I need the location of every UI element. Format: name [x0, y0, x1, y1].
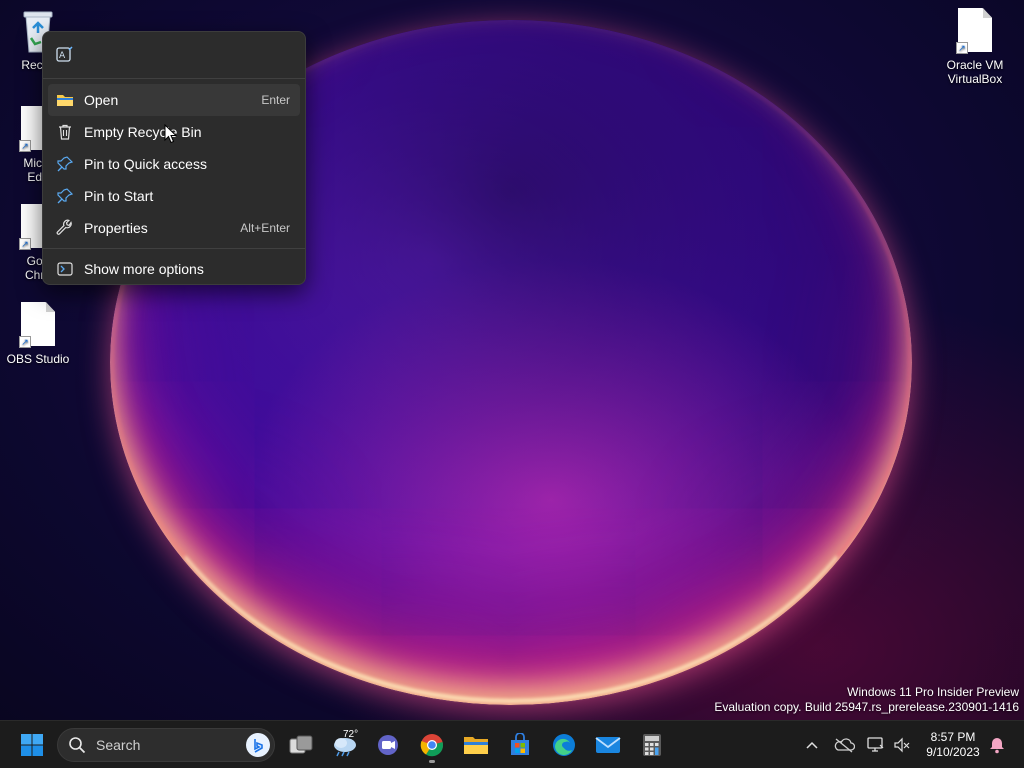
windows-logo-icon [21, 734, 43, 756]
network-icon [867, 737, 884, 752]
microsoft-store-button[interactable] [502, 727, 538, 763]
watermark-line-2: Evaluation copy. Build 25947.rs_prerelea… [714, 700, 1019, 714]
menu-item-label: Pin to Quick access [84, 156, 207, 172]
obs-shortcut-icon: ↗ [19, 302, 57, 348]
more-options-icon [56, 260, 74, 278]
taskbar: Search 72° 8:57 PM 9/10/2023 [0, 720, 1024, 768]
wrench-icon [56, 219, 74, 237]
task-view-button[interactable] [283, 727, 319, 763]
taskbar-search-box[interactable]: Search [57, 728, 275, 762]
context-menu: A Open Enter Empty Recycle Bin Pin to Qu… [42, 31, 306, 285]
menu-item-shortcut: Alt+Enter [240, 221, 290, 235]
notifications-button[interactable] [984, 727, 1010, 763]
clock-date: 9/10/2023 [926, 745, 980, 759]
file-explorer-icon [464, 737, 488, 754]
search-placeholder: Search [96, 737, 141, 753]
menu-item-properties[interactable]: Properties Alt+Enter [48, 212, 300, 244]
folder-icon [56, 91, 74, 109]
volume-muted-icon [894, 737, 910, 753]
bell-icon [990, 738, 1004, 754]
evaluation-watermark: Windows 11 Pro Insider Preview Evaluatio… [714, 685, 1019, 715]
watermark-line-1: Windows 11 Pro Insider Preview [847, 685, 1019, 699]
calculator-button[interactable] [634, 727, 670, 763]
desktop-icon-label: VirtualBox [947, 72, 1003, 86]
desktop-icon-virtualbox[interactable]: ↗ Oracle VM VirtualBox [937, 8, 1013, 86]
context-menu-quick-actions: A [43, 32, 305, 78]
menu-item-show-more-options[interactable]: Show more options [48, 253, 300, 285]
shortcut-arrow-icon: ↗ [19, 238, 31, 250]
shortcut-arrow-icon: ↗ [19, 140, 31, 152]
file-explorer-button[interactable] [458, 727, 494, 763]
teams-chat-icon [378, 735, 398, 755]
edge-taskbar-button[interactable] [546, 727, 582, 763]
onedrive-offline-icon [834, 738, 855, 753]
volume-button[interactable] [887, 727, 917, 763]
running-indicator [429, 760, 435, 763]
menu-item-label: Pin to Start [84, 188, 154, 204]
task-view-icon [289, 735, 313, 754]
pin-icon [56, 155, 74, 173]
onedrive-button[interactable] [827, 727, 861, 763]
network-button[interactable] [860, 727, 890, 763]
menu-item-label: Empty Recycle Bin [84, 124, 202, 140]
chevron-up-icon [806, 741, 818, 749]
mail-icon [595, 737, 621, 753]
microsoft-store-icon [511, 733, 529, 755]
menu-item-pin-to-quick-access[interactable]: Pin to Quick access [48, 148, 300, 180]
calculator-icon [643, 734, 661, 756]
mail-button[interactable] [590, 727, 626, 763]
desktop-icon-obs-studio[interactable]: ↗ OBS Studio [0, 302, 76, 366]
menu-item-open[interactable]: Open Enter [48, 84, 300, 116]
shortcut-arrow-icon: ↗ [19, 336, 31, 348]
pin-icon [56, 187, 74, 205]
menu-item-label: Open [84, 92, 119, 108]
shortcut-arrow-icon: ↗ [956, 42, 968, 54]
teams-chat-button[interactable] [370, 727, 406, 763]
menu-item-pin-to-start[interactable]: Pin to Start [48, 180, 300, 212]
ai-rewrite-icon[interactable]: A [55, 45, 75, 65]
virtualbox-shortcut-icon: ↗ [956, 8, 994, 54]
menu-item-label: Show more options [84, 261, 204, 277]
trash-icon [56, 123, 74, 141]
bing-icon[interactable] [246, 733, 270, 757]
chrome-icon [420, 734, 444, 757]
menu-item-label: Properties [84, 220, 148, 236]
mouse-cursor-icon [164, 124, 178, 144]
svg-text:A: A [59, 51, 66, 61]
desktop-icon-label: OBS Studio [6, 352, 70, 366]
menu-item-shortcut: Enter [261, 93, 290, 107]
show-hidden-icons-button[interactable] [795, 727, 829, 763]
clock-time: 8:57 PM [930, 730, 976, 744]
weather-temperature: 72° [343, 729, 359, 740]
edge-icon [553, 734, 575, 756]
start-button[interactable] [14, 727, 50, 763]
desktop-icon-label: Oracle VM [946, 58, 1004, 72]
chrome-taskbar-button[interactable] [414, 727, 450, 763]
taskbar-clock[interactable]: 8:57 PM 9/10/2023 [920, 730, 986, 760]
search-icon [69, 737, 86, 754]
